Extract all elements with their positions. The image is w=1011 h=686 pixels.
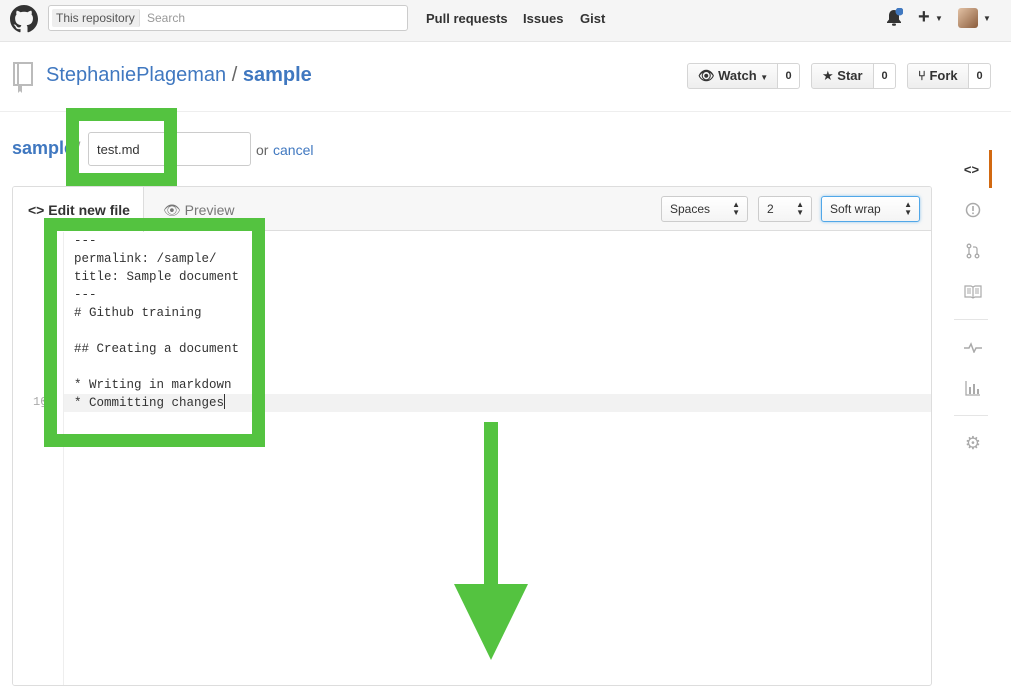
eye-icon: 👁 bbox=[698, 68, 715, 83]
wrap-mode-select[interactable]: Soft wrap ▲ ▼ bbox=[821, 196, 920, 222]
site-header: This repository Search Pull requests Iss… bbox=[0, 0, 1011, 42]
tab-preview[interactable]: 👁 Preview bbox=[163, 202, 234, 219]
tab-preview-label: Preview bbox=[184, 202, 235, 218]
search-placeholder: Search bbox=[147, 11, 186, 25]
nav-pull-requests[interactable]: Pull requests bbox=[426, 11, 508, 26]
sidebar-item-code[interactable]: <> bbox=[954, 150, 992, 188]
fork-button[interactable]: ⑂ Fork bbox=[907, 63, 969, 89]
repo-header: StephaniePlageman / sample 👁 Watch ▼ 0 ★… bbox=[0, 42, 1011, 112]
issue-icon bbox=[965, 202, 981, 218]
settings-icon: ⚙ bbox=[964, 432, 982, 453]
or-text: or bbox=[256, 142, 269, 158]
annotation-box-content bbox=[44, 218, 265, 447]
pull-request-icon bbox=[966, 243, 980, 259]
indent-mode-select[interactable]: Spaces ▲ ▼ bbox=[661, 196, 748, 222]
annotation-box-filename bbox=[66, 108, 177, 186]
wrap-mode-value: Soft wrap bbox=[830, 202, 881, 216]
star-count[interactable]: 0 bbox=[874, 63, 896, 89]
indent-size-select[interactable]: 2 ▲ ▼ bbox=[758, 196, 812, 222]
repo-title-separator: / bbox=[231, 64, 238, 86]
bell-icon[interactable] bbox=[885, 8, 903, 28]
plus-icon[interactable]: + bbox=[918, 6, 930, 29]
fork-icon: ⑂ bbox=[918, 68, 926, 83]
select-arrows-icon: ▲ ▼ bbox=[904, 200, 912, 217]
tab-edit-label: Edit new file bbox=[48, 202, 130, 218]
sidebar-item-pull-requests[interactable] bbox=[954, 232, 992, 270]
sidebar-item-graphs[interactable] bbox=[954, 369, 992, 407]
sidebar-divider bbox=[954, 319, 988, 320]
avatar[interactable] bbox=[958, 8, 978, 28]
star-label: Star bbox=[837, 68, 863, 83]
nav-issues[interactable]: Issues bbox=[523, 11, 563, 26]
select-arrows-icon: ▲ ▼ bbox=[796, 200, 804, 217]
breadcrumb-repo-link[interactable]: sample bbox=[12, 138, 74, 159]
repo-sidebar-nav: <> ⚙ bbox=[954, 150, 992, 480]
nav-gist[interactable]: Gist bbox=[580, 11, 605, 26]
sidebar-item-issues[interactable] bbox=[954, 191, 992, 229]
search-input[interactable]: This repository Search bbox=[48, 5, 408, 31]
wiki-icon bbox=[964, 285, 982, 299]
sidebar-item-wiki[interactable] bbox=[954, 273, 992, 311]
indent-size-value: 2 bbox=[767, 202, 774, 216]
cancel-link[interactable]: cancel bbox=[273, 142, 313, 158]
pulse-icon bbox=[964, 342, 982, 353]
code-icon: <> bbox=[963, 161, 980, 177]
search-scope-label: This repository bbox=[52, 9, 140, 27]
repo-title: StephaniePlageman / sample bbox=[46, 64, 312, 87]
indent-mode-value: Spaces bbox=[670, 202, 711, 216]
github-logo-icon[interactable] bbox=[10, 5, 38, 33]
star-icon: ★ bbox=[822, 68, 834, 83]
annotation-arrow-down-icon bbox=[454, 422, 528, 660]
sidebar-item-settings[interactable]: ⚙ bbox=[954, 424, 992, 462]
select-arrows-icon: ▲ ▼ bbox=[732, 200, 740, 217]
repo-owner-link[interactable]: StephaniePlageman bbox=[46, 64, 226, 86]
code-icon: <> bbox=[28, 202, 45, 218]
chevron-down-icon[interactable]: ▼ bbox=[935, 14, 943, 23]
watch-label: Watch bbox=[718, 68, 757, 83]
eye-icon: 👁 bbox=[163, 202, 181, 218]
watch-count[interactable]: 0 bbox=[778, 63, 800, 89]
chevron-down-icon: ▼ bbox=[760, 73, 769, 82]
repo-icon bbox=[13, 62, 33, 93]
fork-count[interactable]: 0 bbox=[969, 63, 991, 89]
chevron-down-icon[interactable]: ▼ bbox=[983, 14, 991, 23]
graph-icon bbox=[965, 381, 980, 396]
sidebar-divider bbox=[954, 415, 988, 416]
star-button[interactable]: ★ Star bbox=[811, 63, 874, 89]
sidebar-item-pulse[interactable] bbox=[954, 328, 992, 366]
fork-label: Fork bbox=[929, 68, 958, 83]
watch-button[interactable]: 👁 Watch ▼ bbox=[687, 63, 778, 89]
repo-name-link[interactable]: sample bbox=[243, 64, 312, 86]
